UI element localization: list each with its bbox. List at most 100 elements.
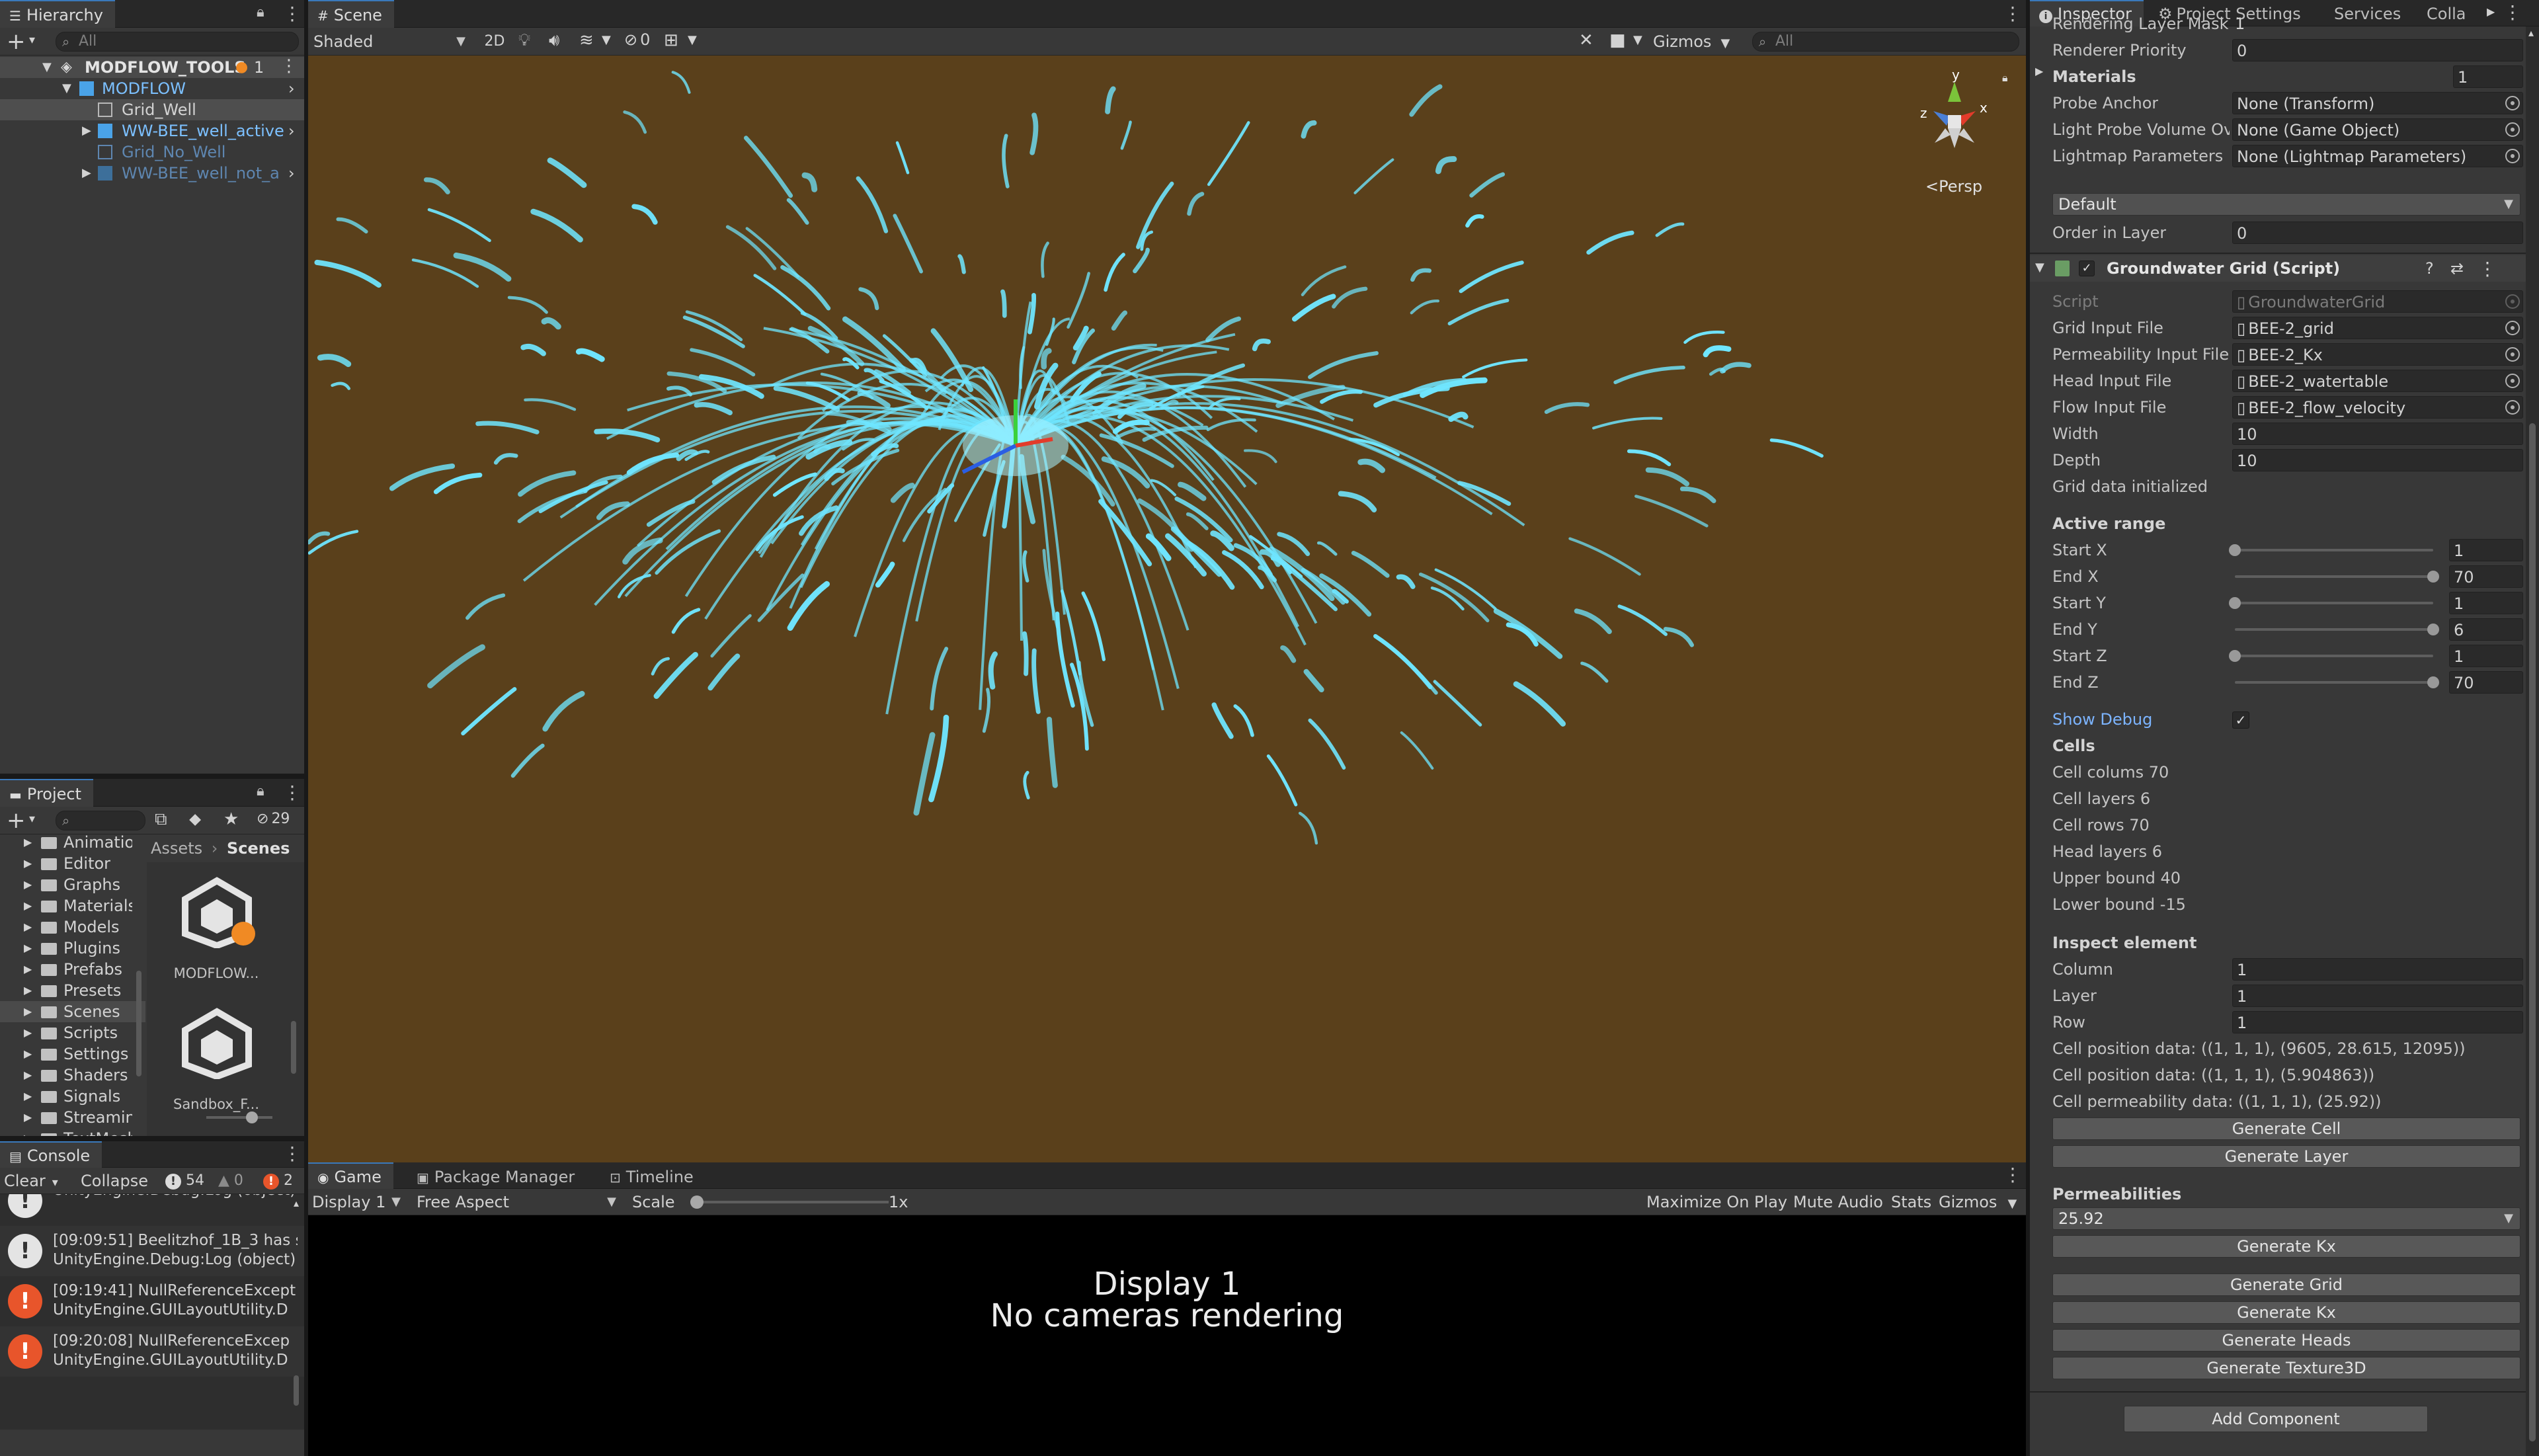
scene-search-input[interactable]: ⌕ All xyxy=(1752,32,2019,52)
tab-console[interactable]: ▤ Console xyxy=(0,1141,102,1168)
scene-row[interactable]: ▼ ◈ MODFLOW_TOOLS ● 1 ⋮ xyxy=(0,57,304,78)
hidden-count-icon[interactable]: ⊘ 29 xyxy=(257,811,290,827)
chevron-up-icon[interactable]: ▴ xyxy=(294,1197,299,1209)
gizmos-button[interactable]: Gizmos ▼ xyxy=(1653,30,1730,53)
add-icon[interactable]: + xyxy=(7,808,26,833)
hierarchy-menu-icon[interactable] xyxy=(283,3,302,24)
folder-item[interactable]: ▶ Scripts xyxy=(0,1022,145,1043)
filter-type-icon[interactable]: ⧉ xyxy=(155,809,167,830)
projection-toggle[interactable]: <Persp xyxy=(1925,177,1982,196)
folder-item[interactable]: ▶ Editor xyxy=(0,853,145,874)
chevron-down-icon[interactable]: ▾ xyxy=(29,33,35,47)
object-picker-icon[interactable] xyxy=(2505,149,2520,163)
hierarchy-item-modflow[interactable]: ▼ MODFLOW › xyxy=(0,78,304,99)
hierarchy-search-input[interactable]: ⌕ All xyxy=(56,32,299,52)
range-value-field[interactable]: 6 xyxy=(2449,618,2523,641)
lock-icon[interactable]: 🔒︎ xyxy=(257,783,264,799)
file-field[interactable]: ▯ BEE-2_flow_velocity xyxy=(2232,396,2523,419)
chevron-down-icon[interactable]: ▾ xyxy=(52,1176,58,1190)
generate-heads-button[interactable]: Generate Heads xyxy=(2052,1329,2520,1352)
project-menu-icon[interactable] xyxy=(283,782,302,803)
folder-item[interactable]: ▶ Animations xyxy=(0,834,145,853)
probe-anchor-field[interactable]: None (Transform) xyxy=(2232,92,2523,114)
log-entry[interactable]: ! [09:20:08] NullReferenceExcep UnityEngin… xyxy=(0,1326,304,1377)
asset-tile-modflow[interactable]: MODFLOW... xyxy=(160,875,272,994)
folder-item[interactable]: ▶ Models xyxy=(0,916,145,938)
chevron-right-icon[interactable]: ▶ xyxy=(82,163,91,184)
preset-icon[interactable]: ⇄ xyxy=(2450,259,2464,278)
range-slider-knob[interactable] xyxy=(2427,676,2439,688)
object-picker-icon[interactable] xyxy=(2505,374,2520,388)
chevron-right-icon[interactable]: › xyxy=(288,78,295,99)
game-gizmos-button[interactable]: Gizmos ▼ xyxy=(1939,1191,2017,1213)
maximize-on-play-toggle[interactable]: Maximize On Play xyxy=(1646,1191,1787,1213)
lighting-toggle-icon[interactable]: 💡︎ xyxy=(518,30,530,51)
project-search-input[interactable]: ⌕ xyxy=(56,811,145,830)
console-scrollbar[interactable]: ▴ xyxy=(291,1197,302,1422)
breadcrumb-scenes[interactable]: Scenes xyxy=(227,839,290,858)
chevron-right-icon[interactable]: ▶ xyxy=(24,1043,32,1065)
show-debug-checkbox[interactable]: ✓ xyxy=(2232,711,2249,729)
chevron-right-icon[interactable]: ▶ xyxy=(24,1086,32,1107)
range-value-field[interactable]: 1 xyxy=(2449,539,2523,561)
scene-menu-icon[interactable]: ⋮ xyxy=(280,57,298,77)
range-slider-knob[interactable] xyxy=(2229,597,2241,609)
folder-item[interactable]: ▶ Graphs xyxy=(0,874,145,895)
folder-item[interactable]: ▶ Settings xyxy=(0,1043,145,1065)
object-picker-icon[interactable] xyxy=(2505,122,2520,137)
chevron-right-icon[interactable]: ▶ xyxy=(24,916,32,938)
file-field[interactable]: ▯ BEE-2_watertable xyxy=(2232,370,2523,392)
chevron-down-icon[interactable]: ▼ xyxy=(2007,1197,2017,1211)
range-slider[interactable] xyxy=(2235,628,2433,631)
folder-item[interactable]: ▶ Scenes xyxy=(0,1001,145,1022)
folder-item[interactable]: ▶ Signals xyxy=(0,1086,145,1107)
hidden-objects-icon[interactable]: ⊘ 0 xyxy=(624,30,650,49)
range-value-field[interactable]: 1 xyxy=(2449,592,2523,614)
chevron-right-icon[interactable]: ▶ xyxy=(24,895,32,916)
chevron-right-icon[interactable]: › xyxy=(288,163,295,184)
light-probe-field[interactable]: None (Game Object) xyxy=(2232,118,2523,141)
log-entry[interactable]: ! [09:09:51] Beelitzhof_1B_3 has s UnityEn… xyxy=(0,1226,304,1276)
chevron-down-icon[interactable]: ▼ xyxy=(688,33,697,47)
shading-mode-dropdown[interactable]: Shaded ▼ xyxy=(313,30,472,53)
generate-texture3d-button[interactable]: Generate Texture3D xyxy=(2052,1357,2520,1379)
clear-button[interactable]: Clear ▾ xyxy=(4,1170,58,1192)
tab-collaborate[interactable]: Colla xyxy=(2417,0,2483,26)
chevron-right-icon[interactable]: ▶ xyxy=(24,1128,32,1136)
generate-kx-button[interactable]: Generate Kx xyxy=(2052,1235,2520,1258)
tools-icon[interactable]: ✕ xyxy=(1579,30,1593,50)
folder-scrollbar[interactable] xyxy=(135,838,143,1136)
lock-icon[interactable]: 🔒︎ xyxy=(2002,71,2008,85)
hierarchy-item-well-active[interactable]: ▶ WW-BEE_well_active › xyxy=(0,120,304,142)
chevron-down-icon[interactable]: ▼ xyxy=(2035,261,2044,274)
folder-item[interactable]: ▶ StreamingAssets xyxy=(0,1107,145,1128)
mute-audio-toggle[interactable]: Mute Audio xyxy=(1793,1191,1883,1213)
range-value-field[interactable]: 70 xyxy=(2449,671,2523,694)
width-field[interactable]: 10 xyxy=(2232,423,2523,445)
tab-hierarchy[interactable]: ☰ Hierarchy xyxy=(0,0,115,28)
range-slider[interactable] xyxy=(2235,549,2433,551)
chevron-down-icon[interactable]: ▼ xyxy=(602,33,611,47)
add-component-button[interactable]: Add Component xyxy=(2124,1406,2428,1432)
range-value-field[interactable]: 1 xyxy=(2449,645,2523,667)
chevron-down-icon[interactable]: ▼ xyxy=(42,57,52,78)
inspect-field[interactable]: 1 xyxy=(2232,958,2523,981)
chevron-right-icon[interactable]: ▶ xyxy=(24,980,32,1001)
chevron-down-icon[interactable]: ▼ xyxy=(62,78,71,99)
object-picker-icon[interactable] xyxy=(2505,96,2520,110)
camera-icon[interactable]: ■ xyxy=(1609,30,1626,50)
log-entry[interactable]: ! [09:19:41] NullReferenceExcept UnityEngi… xyxy=(0,1276,304,1326)
chevron-down-icon[interactable]: ▾ xyxy=(29,812,35,826)
order-in-layer-field[interactable]: 0 xyxy=(2232,222,2523,244)
rendering-layer-mask-value[interactable]: 1 xyxy=(2235,11,2245,37)
inspector-menu-icon[interactable] xyxy=(2503,1,2522,23)
renderer-priority-field[interactable]: 0 xyxy=(2232,39,2523,61)
range-slider[interactable] xyxy=(2235,655,2433,657)
tab-package-manager[interactable]: ▣ Package Manager xyxy=(407,1162,586,1189)
folder-item[interactable]: ▶ Plugins xyxy=(0,938,145,959)
tab-game[interactable]: ◉ Game xyxy=(308,1162,393,1189)
range-slider[interactable] xyxy=(2235,681,2433,684)
chevron-right-icon[interactable]: ▶ xyxy=(2035,65,2043,77)
collapse-button[interactable]: Collapse xyxy=(81,1170,148,1192)
hierarchy-item-grid-well[interactable]: Grid_Well xyxy=(0,99,304,120)
